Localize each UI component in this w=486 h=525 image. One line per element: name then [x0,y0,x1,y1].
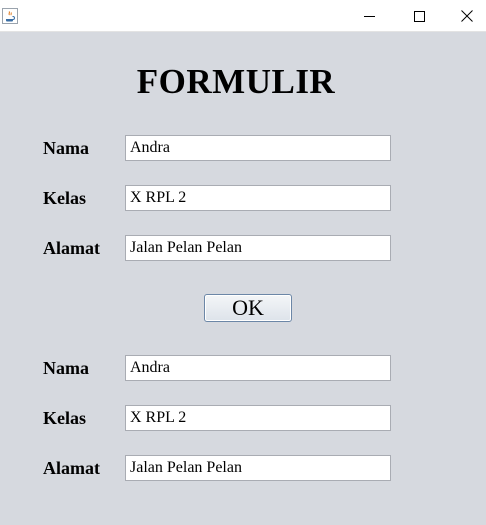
alamat-output-label: Alamat [43,458,100,478]
minimize-button[interactable] [346,0,392,32]
app-window: FORMULIR Nama Kelas Alamat OK Nama Kelas… [0,0,486,525]
nama-input[interactable] [125,135,391,161]
kelas-input[interactable] [125,185,391,211]
java-icon [2,8,18,24]
nama-output-label: Nama [43,358,89,378]
minimize-icon [363,11,375,22]
kelas-label: Kelas [43,188,86,208]
title-bar[interactable] [0,0,486,32]
kelas-output-label: Kelas [43,408,86,428]
nama-output-field[interactable] [125,355,391,381]
maximize-button[interactable] [396,0,442,32]
ok-button[interactable]: OK [204,294,292,322]
alamat-input[interactable] [125,235,391,261]
close-icon [461,10,473,22]
close-button[interactable] [444,0,486,32]
alamat-output-field[interactable] [125,455,391,481]
kelas-output-field[interactable] [125,405,391,431]
form-title: FORMULIR [136,62,336,101]
maximize-icon [413,10,425,22]
nama-label: Nama [43,138,89,158]
alamat-label: Alamat [43,238,100,258]
